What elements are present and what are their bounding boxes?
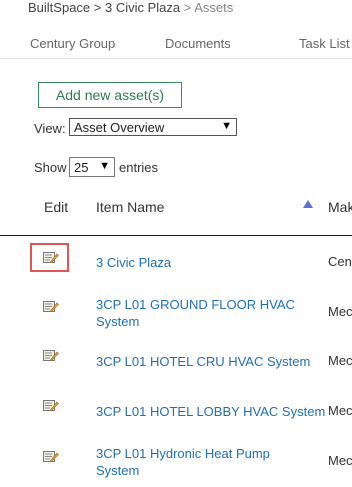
edit-icon[interactable]	[43, 300, 59, 314]
asset-make: Mec	[328, 304, 352, 319]
column-header-edit: Edit	[44, 199, 69, 215]
sort-ascending-icon[interactable]	[303, 200, 313, 208]
edit-icon[interactable]	[43, 349, 59, 363]
asset-link[interactable]: 3CP L01 Hydronic Heat Pump System	[96, 445, 296, 479]
header-divider	[0, 235, 352, 236]
top-nav: Century Group Documents Task List	[0, 28, 352, 59]
asset-make: Mec	[328, 453, 352, 468]
caret-down-icon: ▼	[99, 160, 110, 172]
caret-down-icon: ▼	[221, 120, 232, 132]
edit-icon[interactable]	[43, 450, 59, 464]
asset-link[interactable]: 3 Civic Plaza	[96, 254, 171, 271]
breadcrumb-current: Assets	[194, 0, 234, 15]
column-header-item-name[interactable]: Item Name	[96, 199, 164, 215]
tab-documents[interactable]: Documents	[165, 36, 231, 51]
entries-label: entries	[119, 160, 159, 175]
tab-task-list[interactable]: Task List	[299, 36, 350, 51]
breadcrumb: BuiltSpace > 3 Civic Plaza > Assets	[28, 0, 233, 16]
view-select-value: Asset Overview	[74, 119, 165, 135]
asset-link[interactable]: 3CP L01 GROUND FLOOR HVAC System	[96, 296, 296, 330]
asset-make: Cent	[328, 254, 352, 269]
entries-select[interactable]: 25 ▼	[69, 157, 115, 177]
asset-make: Mec	[328, 353, 352, 368]
column-header-make[interactable]: Mak	[328, 199, 352, 215]
view-select[interactable]: Asset Overview ▼	[69, 118, 237, 136]
breadcrumb-separator: >	[183, 0, 192, 15]
add-asset-button[interactable]: Add new asset(s)	[38, 82, 182, 108]
breadcrumb-site[interactable]: 3 Civic Plaza	[105, 0, 180, 15]
asset-link[interactable]: 3CP L01 HOTEL CRU HVAC System	[96, 353, 310, 370]
breadcrumb-separator: >	[93, 0, 102, 15]
asset-link[interactable]: 3CP L01 HOTEL LOBBY HVAC System	[96, 403, 325, 420]
show-label: Show	[34, 160, 67, 175]
entries-select-value: 25	[74, 159, 89, 175]
edit-icon[interactable]	[43, 399, 59, 413]
view-label: View:	[34, 121, 66, 136]
breadcrumb-root[interactable]: BuiltSpace	[28, 0, 90, 15]
asset-make: Mec	[328, 403, 352, 418]
tab-century-group[interactable]: Century Group	[30, 36, 115, 51]
edit-icon[interactable]	[43, 251, 59, 265]
